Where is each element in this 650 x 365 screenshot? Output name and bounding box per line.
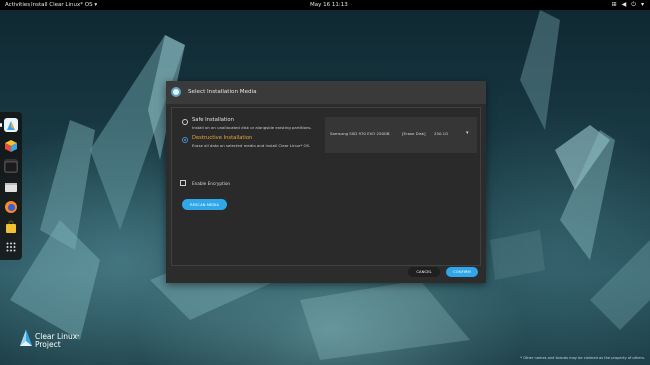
- trademark-footnote: * Other names and brands may be claimed …: [520, 356, 645, 360]
- enable-encryption-label: Enable Encryption: [192, 181, 231, 186]
- app-menu[interactable]: Install Clear Linux* OS ▾: [31, 2, 97, 8]
- enable-encryption-checkbox[interactable]: [180, 180, 186, 186]
- dropdown-caret-icon[interactable]: ▾: [466, 130, 469, 136]
- dock-item-software[interactable]: [4, 138, 18, 152]
- branding-text: Clear Linux* Project: [35, 333, 79, 349]
- installation-media-dialog: Select Installation Media Safe Installat…: [166, 81, 486, 283]
- system-tray[interactable]: ⊞ ◀ ⏻ ▾: [612, 1, 644, 9]
- disk-selector[interactable]: Samsung SSD 970 EVO 250GB [Erase Disk] 2…: [325, 117, 477, 153]
- disk-size: 250.1G: [434, 131, 449, 136]
- dialog-header: Select Installation Media: [166, 81, 486, 104]
- clear-linux-installer-icon: [7, 121, 15, 130]
- dock-item-files[interactable]: [4, 179, 18, 193]
- software-cube-icon: [5, 140, 17, 152]
- dock-item-firefox[interactable]: [4, 199, 18, 213]
- chevron-down-icon: ▾: [94, 2, 98, 8]
- activities-button[interactable]: Activities: [5, 2, 30, 8]
- terminal-icon: [4, 161, 18, 173]
- disk-action: [Erase Disk]: [402, 131, 426, 136]
- clock[interactable]: May 16 11:13: [310, 2, 348, 8]
- destructive-installation-desc: Erase all data on selected media and ins…: [192, 143, 311, 148]
- files-icon: [5, 183, 17, 192]
- dock: [0, 112, 22, 260]
- dock-item-terminal[interactable]: [4, 159, 18, 173]
- chevron-down-icon: ▾: [640, 1, 644, 8]
- branding-line2: Project: [35, 340, 61, 349]
- dialog-content: Safe Installation Install on an unalloca…: [171, 107, 481, 266]
- power-icon: ⏻: [631, 1, 636, 8]
- app-grid-icon: [6, 242, 16, 252]
- disk-name: Samsung SSD 970 EVO 250GB: [330, 131, 390, 136]
- store-bag-icon: [6, 220, 16, 233]
- safe-installation-desc: Install on an unallocated disk or alongs…: [192, 125, 312, 130]
- safe-installation-title: Safe Installation: [192, 117, 234, 123]
- clear-linux-logo-icon: [171, 87, 181, 97]
- confirm-button[interactable]: CONFIRM: [446, 267, 478, 277]
- branding-sup: *: [77, 334, 80, 339]
- destructive-installation-radio[interactable]: [182, 137, 188, 143]
- top-bar: Activities Install Clear Linux* OS ▾ May…: [0, 0, 650, 10]
- cancel-button[interactable]: CANCEL: [408, 267, 440, 277]
- firefox-icon: [5, 201, 17, 213]
- dock-item-show-apps[interactable]: [4, 239, 18, 253]
- dock-item-installer[interactable]: [0, 118, 18, 132]
- dock-item-store[interactable]: [4, 219, 18, 233]
- volume-icon: ◀: [621, 1, 627, 8]
- destructive-installation-title: Destructive Installation: [192, 135, 253, 141]
- clear-linux-logo: [20, 330, 32, 346]
- rescan-media-button[interactable]: RESCAN MEDIA: [182, 199, 227, 210]
- dialog-title: Select Installation Media: [188, 89, 257, 95]
- safe-installation-radio[interactable]: [182, 119, 188, 125]
- app-menu-label: Install Clear Linux* OS: [31, 2, 93, 8]
- network-icon: ⊞: [611, 1, 617, 8]
